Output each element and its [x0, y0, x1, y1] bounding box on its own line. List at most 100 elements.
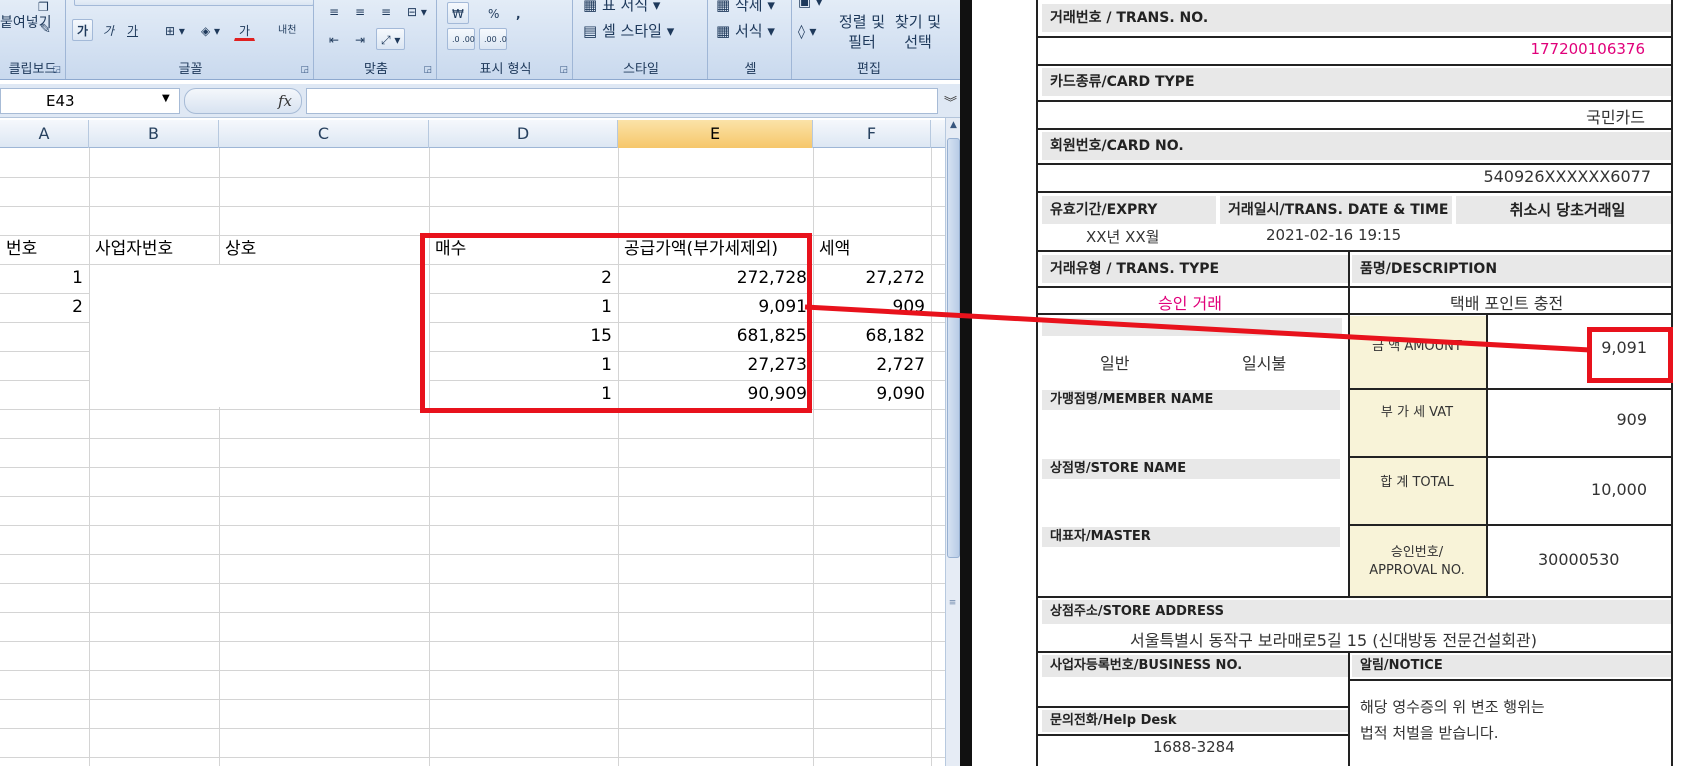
- currency-button[interactable]: ₩: [447, 2, 469, 24]
- orientation-icon[interactable]: ⤢ ▾: [376, 28, 406, 50]
- percent-button[interactable]: %: [483, 2, 504, 24]
- format-cells-label: 서식: [734, 22, 763, 40]
- receipt-rule: [1038, 286, 1671, 288]
- align-right-icon[interactable]: ≡: [376, 0, 396, 22]
- scroll-up-icon[interactable]: ▲: [947, 120, 960, 134]
- fx-icon[interactable]: fx: [278, 92, 292, 110]
- trans-type-label: 거래유형 / TRANS. TYPE: [1042, 255, 1348, 283]
- find-select-button[interactable]: 찾기 및 선택: [890, 12, 946, 52]
- member-name-label: 가맹점명/MEMBER NAME: [1042, 390, 1340, 410]
- header-cell-tax[interactable]: 세액: [813, 235, 931, 264]
- helpdesk-value: 1688-3284: [1153, 738, 1235, 756]
- total-value: 10,000: [1591, 480, 1647, 499]
- name-box-dropdown-icon[interactable]: ▼: [162, 93, 170, 104]
- scrollbar-thumb[interactable]: [947, 138, 960, 558]
- receipt-rule: [1038, 250, 1671, 252]
- format-cells-button[interactable]: ▦ 서식 ▾: [716, 20, 775, 41]
- decrease-indent-icon[interactable]: ⇤: [324, 28, 344, 50]
- row2-number[interactable]: 2: [0, 293, 89, 322]
- expiry-label: 유효기간/EXPRY: [1042, 196, 1216, 224]
- align-left-icon[interactable]: ≡: [324, 0, 344, 22]
- ribbon-group-styles: ▦ 표 서식 ▾ ▤ 셀 스타일 ▾ 스타일: [575, 0, 708, 79]
- formula-input[interactable]: [306, 88, 938, 114]
- description-value: 택배 포인트 충전: [1450, 294, 1564, 313]
- font-launcher-icon[interactable]: ◲: [300, 65, 309, 75]
- highlight-box-quantity-supply: [420, 233, 812, 413]
- column-header-d[interactable]: D: [429, 120, 618, 148]
- description-label: 품명/DESCRIPTION: [1352, 255, 1671, 283]
- expand-formula-bar-icon[interactable]: ︾: [944, 92, 957, 111]
- installment-label-strip: [1042, 318, 1342, 336]
- trans-no-label: 거래번호 / TRANS. NO.: [1042, 4, 1671, 32]
- vat-label: 부 가 세 VAT: [1380, 405, 1454, 420]
- border-icon[interactable]: ⊞ ▾: [160, 19, 190, 41]
- font-name-select[interactable]: [74, 0, 314, 6]
- approval-no-value: 30000530: [1538, 550, 1620, 569]
- column-header-e[interactable]: E: [618, 120, 813, 148]
- row3-tax[interactable]: 68,182: [813, 322, 931, 351]
- column-header-f[interactable]: F: [813, 120, 931, 148]
- number-group-label: 표시 형식: [479, 62, 532, 77]
- ribbon-group-font: 가 가 가 ⊞ ▾ ◈ ▾ 가 내천 글꼴 ◲: [68, 0, 314, 79]
- card-no-value: 540926XXXXXX6077: [1483, 167, 1651, 186]
- vertical-scrollbar[interactable]: ▲ ≡: [945, 118, 960, 766]
- ribbon-group-alignment: ≡ ≡ ≡ ⊟ ▾ ⇤ ⇥ ⤢ ▾ 맞춤 ◲: [316, 0, 437, 79]
- editing-group-label: 편집: [857, 62, 881, 77]
- clipboard-launcher-icon[interactable]: ◲: [52, 65, 61, 75]
- table-format-button[interactable]: ▦ 표 서식 ▾: [583, 0, 660, 15]
- merge-cells-icon[interactable]: ⊟ ▾: [402, 0, 432, 22]
- receipt-rule: [1038, 36, 1671, 38]
- clear-icon[interactable]: ◊ ▾: [798, 24, 816, 40]
- screenshot-root: 붙여넣기 ❐ ✎ 클립보드 ◲ 가 가 가 ⊞ ▾ ◈ ▾ 가 내천 글꼴 ◲: [0, 0, 1687, 766]
- ribbon: 붙여넣기 ❐ ✎ 클립보드 ◲ 가 가 가 ⊞ ▾ ◈ ▾ 가 내천 글꼴 ◲: [0, 0, 960, 80]
- receipt-rule: [1348, 653, 1350, 766]
- column-header-g[interactable]: [931, 120, 945, 148]
- receipt-rule: [1038, 64, 1671, 66]
- receipt-rule: [1038, 163, 1671, 165]
- receipt-rule: [1038, 191, 1671, 193]
- bold-button[interactable]: 가: [72, 19, 94, 41]
- row2-tax[interactable]: 909: [813, 293, 931, 322]
- header-cell-business-no[interactable]: 사업자번호: [89, 235, 219, 264]
- vat-value: 909: [1616, 410, 1647, 429]
- italic-button[interactable]: 가: [98, 19, 119, 41]
- table-format-label: 표 서식: [601, 0, 649, 14]
- row4-tax[interactable]: 2,727: [813, 351, 931, 380]
- underline-button[interactable]: 가: [122, 19, 143, 41]
- grid-line: [0, 757, 945, 758]
- amount-label: 금 액 AMOUNT: [1372, 339, 1462, 354]
- name-box[interactable]: E43: [0, 88, 180, 114]
- column-header-c[interactable]: C: [219, 120, 429, 148]
- store-address-label: 상점주소/STORE ADDRESS: [1042, 600, 1671, 624]
- cell-style-button[interactable]: ▤ 셀 스타일 ▾: [583, 20, 674, 41]
- column-header-b[interactable]: B: [89, 120, 219, 148]
- fill-color-icon[interactable]: ◈ ▾: [196, 19, 225, 41]
- header-cell-number[interactable]: 번호: [0, 235, 89, 264]
- comma-button[interactable]: ,: [511, 2, 526, 24]
- increase-indent-icon[interactable]: ⇥: [350, 28, 370, 50]
- increase-decimal-button[interactable]: .0 .00: [447, 28, 475, 50]
- grid-line: [0, 699, 945, 700]
- row1-number[interactable]: 1: [0, 264, 89, 293]
- receipt-rule: [1038, 596, 1671, 598]
- autosum-icon[interactable]: ▣ ▾: [798, 0, 823, 10]
- copy-icon[interactable]: ❐: [38, 0, 49, 14]
- table-format-icon: ▦: [583, 0, 602, 14]
- delete-cells-icon: ▦: [716, 0, 735, 14]
- trans-type-value: 승인 거래: [1158, 294, 1222, 313]
- column-headers: A B C D E F: [0, 120, 945, 148]
- row5-tax[interactable]: 9,090: [813, 380, 931, 409]
- header-cell-company[interactable]: 상호: [219, 235, 429, 264]
- ribbon-group-clipboard: 붙여넣기 ❐ ✎ 클립보드 ◲: [0, 0, 66, 79]
- decrease-decimal-button[interactable]: .00 .0: [479, 28, 507, 50]
- font-color-button[interactable]: 가: [234, 19, 256, 41]
- sort-filter-button[interactable]: 정렬 및 필터: [832, 12, 892, 52]
- alignment-launcher-icon[interactable]: ◲: [423, 65, 432, 75]
- format-painter-icon[interactable]: ✎: [40, 22, 51, 37]
- number-launcher-icon[interactable]: ◲: [559, 65, 568, 75]
- align-center-icon[interactable]: ≡: [350, 0, 370, 22]
- column-header-a[interactable]: A: [0, 120, 89, 148]
- phonetic-button[interactable]: 내천: [273, 19, 301, 41]
- row1-tax[interactable]: 27,272: [813, 264, 931, 293]
- delete-cells-button[interactable]: ▦ 삭제 ▾: [716, 0, 775, 15]
